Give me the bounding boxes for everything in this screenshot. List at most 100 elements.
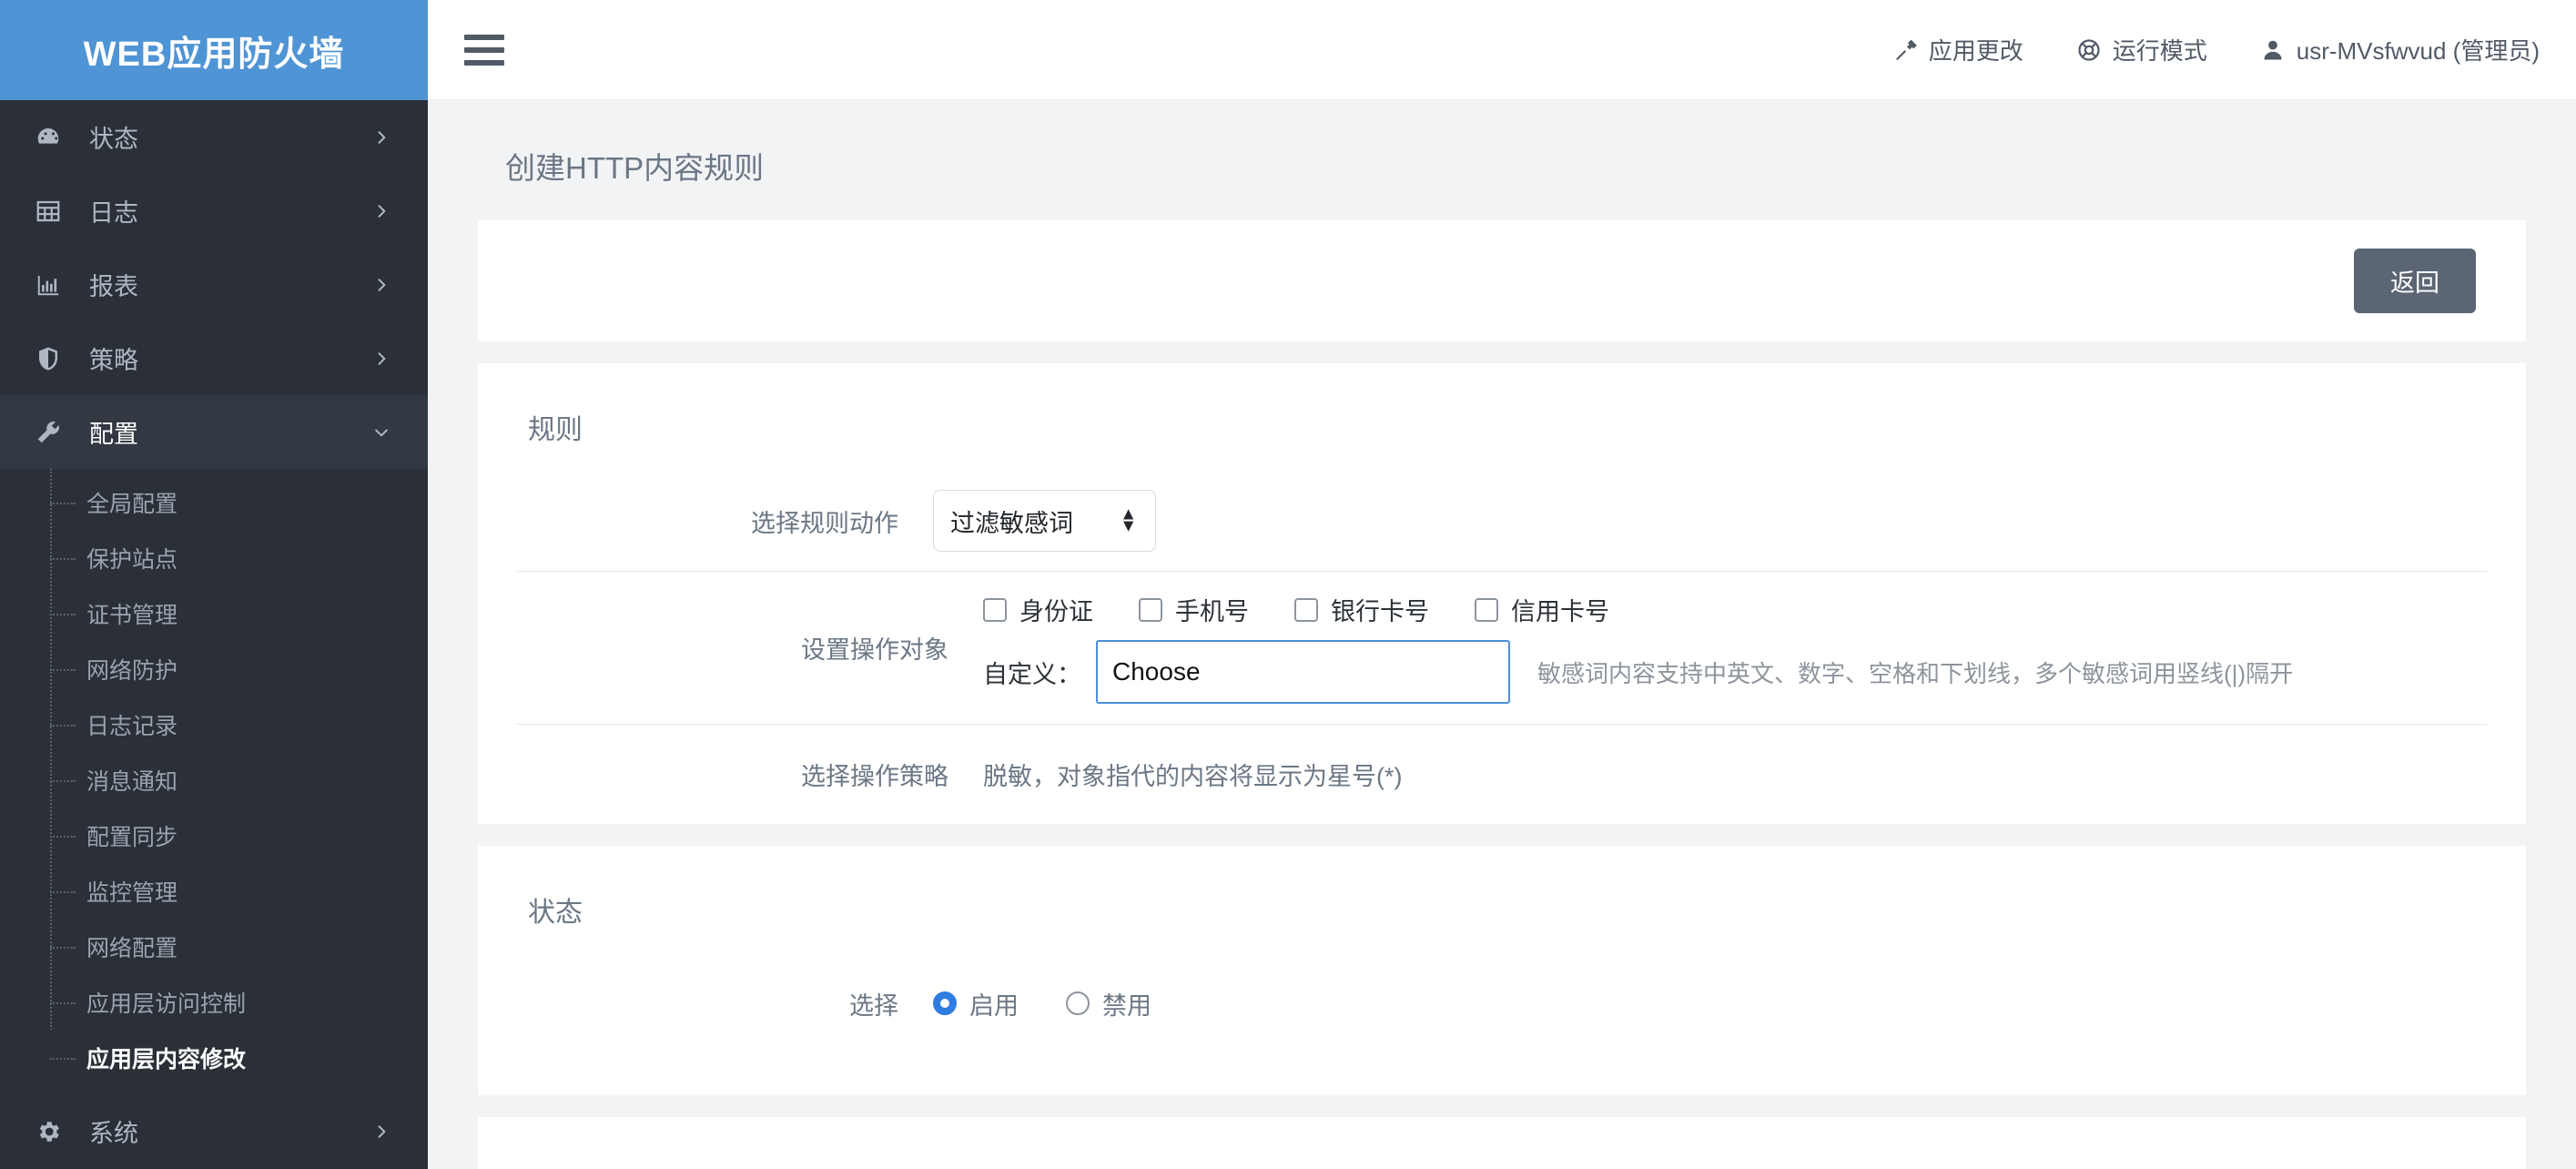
hamburger-bar bbox=[464, 34, 504, 40]
sidebar-item-status[interactable]: 状态 bbox=[0, 100, 428, 174]
sidebar-item-system[interactable]: 系统 bbox=[0, 1094, 428, 1168]
page-title: 创建HTTP内容规则 bbox=[505, 151, 765, 185]
sidebar-nav: 状态 日志 报表 策略 配置 全局配置 保护站点 证书管理 网络防护 日志记录 … bbox=[0, 100, 428, 1168]
checkbox-box[interactable] bbox=[1475, 597, 1498, 622]
sidebar-subitem-label: 全局配置 bbox=[86, 491, 178, 517]
hamburger-icon[interactable] bbox=[464, 32, 506, 68]
user-account-menu[interactable]: usr-MVsfwvud (管理员) bbox=[2260, 33, 2540, 66]
sidebar-subitem-label: 证书管理 bbox=[86, 602, 178, 628]
status-select-row: 选择 启用 禁用 bbox=[478, 953, 2526, 1053]
sidebar-subitem-network-protection[interactable]: 网络防护 bbox=[0, 641, 428, 696]
sidebar-subitem-notifications[interactable]: 消息通知 bbox=[0, 752, 428, 808]
sidebar-subitem-protected-sites[interactable]: 保护站点 bbox=[0, 530, 428, 585]
status-card: 状态 选择 启用 禁用 bbox=[478, 846, 2526, 1095]
radio-disable[interactable]: 禁用 bbox=[1066, 986, 1151, 1022]
rule-section-title: 规则 bbox=[528, 415, 583, 445]
sidebar-subitem-network-config[interactable]: 网络配置 bbox=[0, 919, 428, 974]
chevron-right-icon bbox=[371, 1122, 391, 1142]
protected-site-section-title: 保护站点 bbox=[478, 1117, 2526, 1169]
table-icon bbox=[35, 198, 75, 225]
protected-site-card: 保护站点 bbox=[478, 1117, 2526, 1169]
custom-keyword-input[interactable] bbox=[1096, 640, 1510, 704]
gear-icon bbox=[35, 1118, 75, 1145]
run-mode-label: 运行模式 bbox=[2112, 37, 2207, 65]
rule-object-row: 设置操作对象 身份证 手机号 银行卡号 信用卡号 自定义： Choose 敏感词… bbox=[516, 571, 2488, 724]
rule-action-select-value: 过滤敏感词 bbox=[950, 509, 1073, 537]
sidebar-item-label: 状态 bbox=[89, 126, 138, 153]
sidebar-item-configuration[interactable]: 配置 bbox=[0, 395, 428, 469]
sidebar-subitem-label: 网络配置 bbox=[86, 935, 178, 961]
user-icon bbox=[2260, 37, 2286, 63]
rule-action-label: 选择规则动作 bbox=[751, 509, 898, 537]
radio-label: 启用 bbox=[969, 991, 1019, 1020]
wrench-icon bbox=[35, 419, 75, 446]
sidebar-submenu-configuration: 全局配置 保护站点 证书管理 网络防护 日志记录 消息通知 配置同步 监控管理 bbox=[0, 469, 428, 1094]
sidebar-subitem-monitor-management[interactable]: 监控管理 bbox=[0, 863, 428, 919]
sidebar-item-reports[interactable]: 报表 bbox=[0, 248, 428, 321]
apply-changes-label: 应用更改 bbox=[1928, 37, 2023, 65]
chevron-right-icon bbox=[371, 127, 391, 147]
chevron-right-icon bbox=[371, 201, 391, 221]
status-radio-group: 启用 禁用 bbox=[933, 986, 2526, 1022]
run-mode-button[interactable]: 运行模式 bbox=[2076, 33, 2207, 66]
sidebar-item-label: 系统 bbox=[89, 1120, 138, 1147]
sidebar-subitem-global-config[interactable]: 全局配置 bbox=[0, 474, 428, 530]
toolbar-card: 返回 bbox=[478, 220, 2526, 341]
sidebar-item-label: 策略 bbox=[89, 347, 138, 374]
sidebar-subitem-label: 配置同步 bbox=[86, 824, 178, 850]
topbar-actions: 应用更改 运行模式 usr-MVsfwvud (管理员) bbox=[1892, 33, 2576, 66]
radio-dot[interactable] bbox=[1066, 991, 1090, 1015]
checkbox-bank-card[interactable]: 银行卡号 bbox=[1294, 592, 1429, 627]
hamburger-bar bbox=[464, 59, 504, 66]
sidebar-subitem-label: 保护站点 bbox=[86, 546, 178, 573]
radio-label: 禁用 bbox=[1102, 991, 1151, 1020]
radio-enable[interactable]: 启用 bbox=[933, 986, 1019, 1022]
sidebar-subitem-label: 应用层内容修改 bbox=[86, 1046, 247, 1072]
rule-policy-row: 选择操作策略 脱敏，对象指代的内容将显示为星号(*) bbox=[516, 724, 2488, 824]
sidebar-item-label: 配置 bbox=[89, 421, 138, 448]
sidebar-subitem-log-records[interactable]: 日志记录 bbox=[0, 696, 428, 752]
sidebar-item-label: 日志 bbox=[89, 199, 138, 227]
rule-object-content: 身份证 手机号 银行卡号 信用卡号 自定义： Choose 敏感词内容支持中英文… bbox=[983, 572, 2488, 724]
caret-down-icon: ▼ bbox=[1120, 517, 1137, 536]
sidebar-subitem-app-content-modification[interactable]: 应用层内容修改 bbox=[0, 1030, 428, 1085]
rule-object-label: 设置操作对象 bbox=[801, 636, 948, 664]
checkbox-label: 身份证 bbox=[1019, 598, 1093, 625]
rule-policy-value: 脱敏，对象指代的内容将显示为星号(*) bbox=[983, 763, 1403, 790]
checkbox-credit-card[interactable]: 信用卡号 bbox=[1475, 592, 1609, 627]
object-checkbox-group: 身份证 手机号 银行卡号 信用卡号 bbox=[983, 592, 2293, 627]
chevron-right-icon bbox=[371, 349, 391, 369]
rule-object-stack: 身份证 手机号 银行卡号 信用卡号 自定义： Choose 敏感词内容支持中英文… bbox=[983, 572, 2293, 724]
rule-action-content: 过滤敏感词 ▲ ▼ bbox=[933, 490, 2526, 552]
rule-policy-label: 选择操作策略 bbox=[801, 763, 948, 790]
back-button[interactable]: 返回 bbox=[2354, 249, 2476, 313]
chevron-down-icon bbox=[371, 422, 391, 442]
checkbox-box[interactable] bbox=[1139, 597, 1162, 622]
shield-icon bbox=[35, 345, 75, 372]
apply-changes-button[interactable]: 应用更改 bbox=[1892, 33, 2023, 66]
checkbox-box[interactable] bbox=[983, 597, 1007, 622]
checkbox-phone-number[interactable]: 手机号 bbox=[1139, 592, 1249, 627]
checkbox-label: 银行卡号 bbox=[1331, 598, 1429, 625]
lifebuoy-icon bbox=[2076, 37, 2102, 63]
sidebar-item-policy[interactable]: 策略 bbox=[0, 321, 428, 395]
brand-title: WEB应用防火墙 bbox=[83, 35, 345, 74]
tools-icon bbox=[1892, 37, 1918, 63]
checkbox-id-card[interactable]: 身份证 bbox=[983, 592, 1093, 627]
rule-policy-content: 脱敏，对象指代的内容将显示为星号(*) bbox=[983, 757, 2488, 792]
sidebar-subitem-certificate-management[interactable]: 证书管理 bbox=[0, 585, 428, 641]
main-content: 创建HTTP内容规则 返回 规则 选择规则动作 过滤敏感词 ▲ ▼ 设置操作对象… bbox=[428, 100, 2576, 1169]
sidebar-subitem-label: 网络防护 bbox=[86, 657, 178, 684]
rule-action-select[interactable]: 过滤敏感词 ▲ ▼ bbox=[933, 490, 1156, 552]
sidebar-subitem-label: 消息通知 bbox=[86, 768, 178, 795]
user-account-label: usr-MVsfwvud (管理员) bbox=[2296, 37, 2540, 65]
sidebar-subitem-app-access-control[interactable]: 应用层访问控制 bbox=[0, 974, 428, 1030]
checkbox-box[interactable] bbox=[1294, 597, 1318, 622]
custom-keyword-label: 自定义： bbox=[983, 660, 1081, 688]
status-card-spacer bbox=[478, 1053, 2526, 1095]
dashboard-icon bbox=[35, 124, 75, 151]
brand-logo[interactable]: WEB应用防火墙 bbox=[0, 0, 428, 100]
radio-dot[interactable] bbox=[933, 991, 957, 1015]
sidebar-subitem-config-sync[interactable]: 配置同步 bbox=[0, 808, 428, 863]
sidebar-item-logs[interactable]: 日志 bbox=[0, 174, 428, 248]
